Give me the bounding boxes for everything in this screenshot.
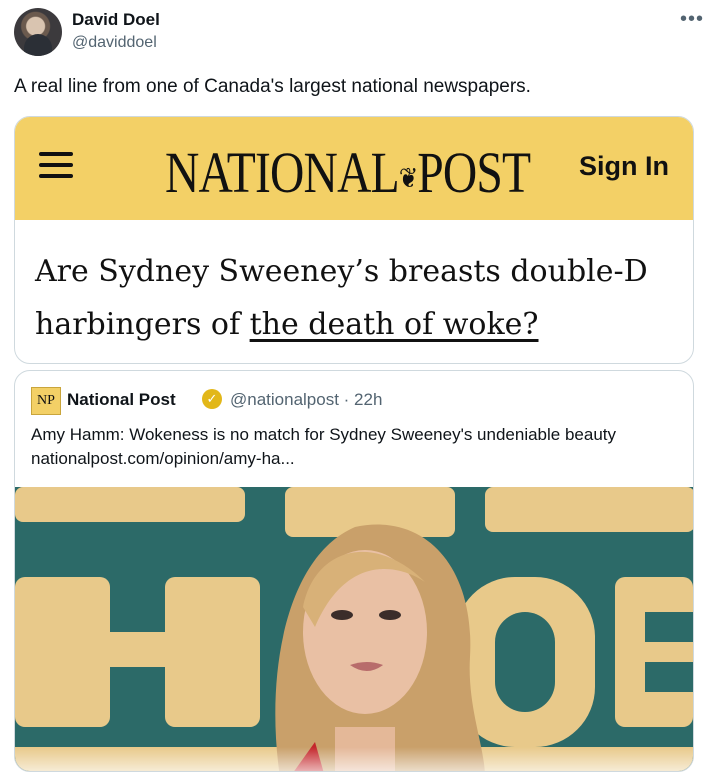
headline-underlined-text: the death of woke? xyxy=(249,307,539,342)
hamburger-menu-icon xyxy=(39,150,73,180)
article-headline: Are Sydney Sweeney’s breasts double-D ha… xyxy=(35,245,675,351)
article-photo[interactable] xyxy=(15,487,693,771)
image-fade xyxy=(15,747,693,771)
user-handle[interactable]: @daviddoel xyxy=(72,34,157,52)
masthead-left: NATIONAL xyxy=(165,140,400,205)
tweet-text: A real line from one of Canada's largest… xyxy=(14,76,531,97)
photo-illustration xyxy=(15,487,693,771)
masthead-right: POST xyxy=(417,140,531,205)
maple-leaf-icon: ❦ xyxy=(398,163,418,195)
sign-in-label: Sign In xyxy=(579,151,669,181)
verified-badge-icon: ✓ xyxy=(202,389,222,409)
quoted-text-line: Amy Hamm: Wokeness is no match for Sydne… xyxy=(31,425,616,444)
display-name[interactable]: David Doel xyxy=(72,10,160,30)
quoted-tweet-card[interactable]: NP National Post ✓ @nationalpost · 22h A… xyxy=(14,370,694,772)
national-post-masthead: NATIONAL❦POST xyxy=(165,139,531,206)
national-post-header-bar: NATIONAL❦POST Sign In xyxy=(15,117,693,220)
avatar[interactable] xyxy=(14,8,62,56)
quoted-link[interactable]: nationalpost.com/opinion/amy-ha... xyxy=(31,447,681,471)
newspaper-screenshot-card[interactable]: NATIONAL❦POST Sign In Are Sydney Sweeney… xyxy=(14,116,694,364)
quoted-tweet-header: NP National Post ✓ @nationalpost · 22h xyxy=(31,387,681,415)
quoted-tweet-text: Amy Hamm: Wokeness is no match for Sydne… xyxy=(31,423,681,471)
national-post-avatar[interactable]: NP xyxy=(31,387,61,415)
tweet-header: David Doel @daviddoel ••• xyxy=(14,8,704,58)
quoted-handle-time[interactable]: @nationalpost · 22h xyxy=(230,390,382,410)
more-horizontal-icon[interactable]: ••• xyxy=(680,8,704,31)
quoted-display-name[interactable]: National Post xyxy=(67,390,176,410)
